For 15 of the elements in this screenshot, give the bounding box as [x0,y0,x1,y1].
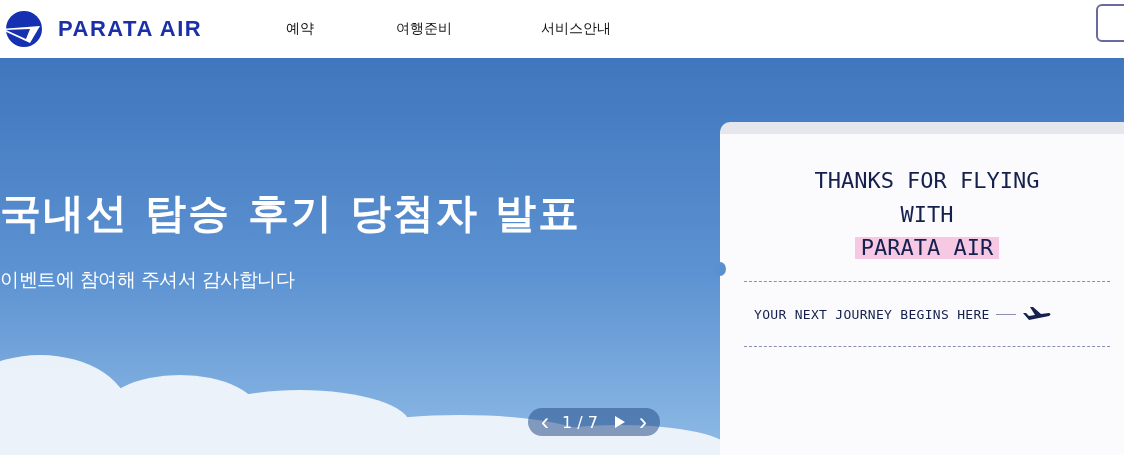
play-icon[interactable] [613,416,626,428]
highlighted-title: PARATA AIR [854,237,1000,259]
leader-line [995,313,1016,315]
nav-link[interactable]: 예약 [286,20,397,38]
card-title: WITH [900,201,954,229]
slide-counter: 1 / 7 [562,412,598,432]
nav-link[interactable]: 여행준비 [396,20,542,38]
card-tagline: YOUR NEXT JOURNEY BEGINS HERE [754,306,990,322]
banner-subtitle: 이벤트에 참여해 주셔서 감사합니다 [0,267,296,292]
banner-headline: 국내선 탑승 후기 당첨자 발표 [0,188,582,239]
logo-text[interactable]: PARATA AIR [58,16,203,42]
nav-link[interactable]: 서비스안내 [541,20,652,38]
next-button[interactable]: › [635,410,650,434]
card-title: THANKS FOR FLYING [814,167,1040,195]
airplane-icon [1021,306,1052,322]
